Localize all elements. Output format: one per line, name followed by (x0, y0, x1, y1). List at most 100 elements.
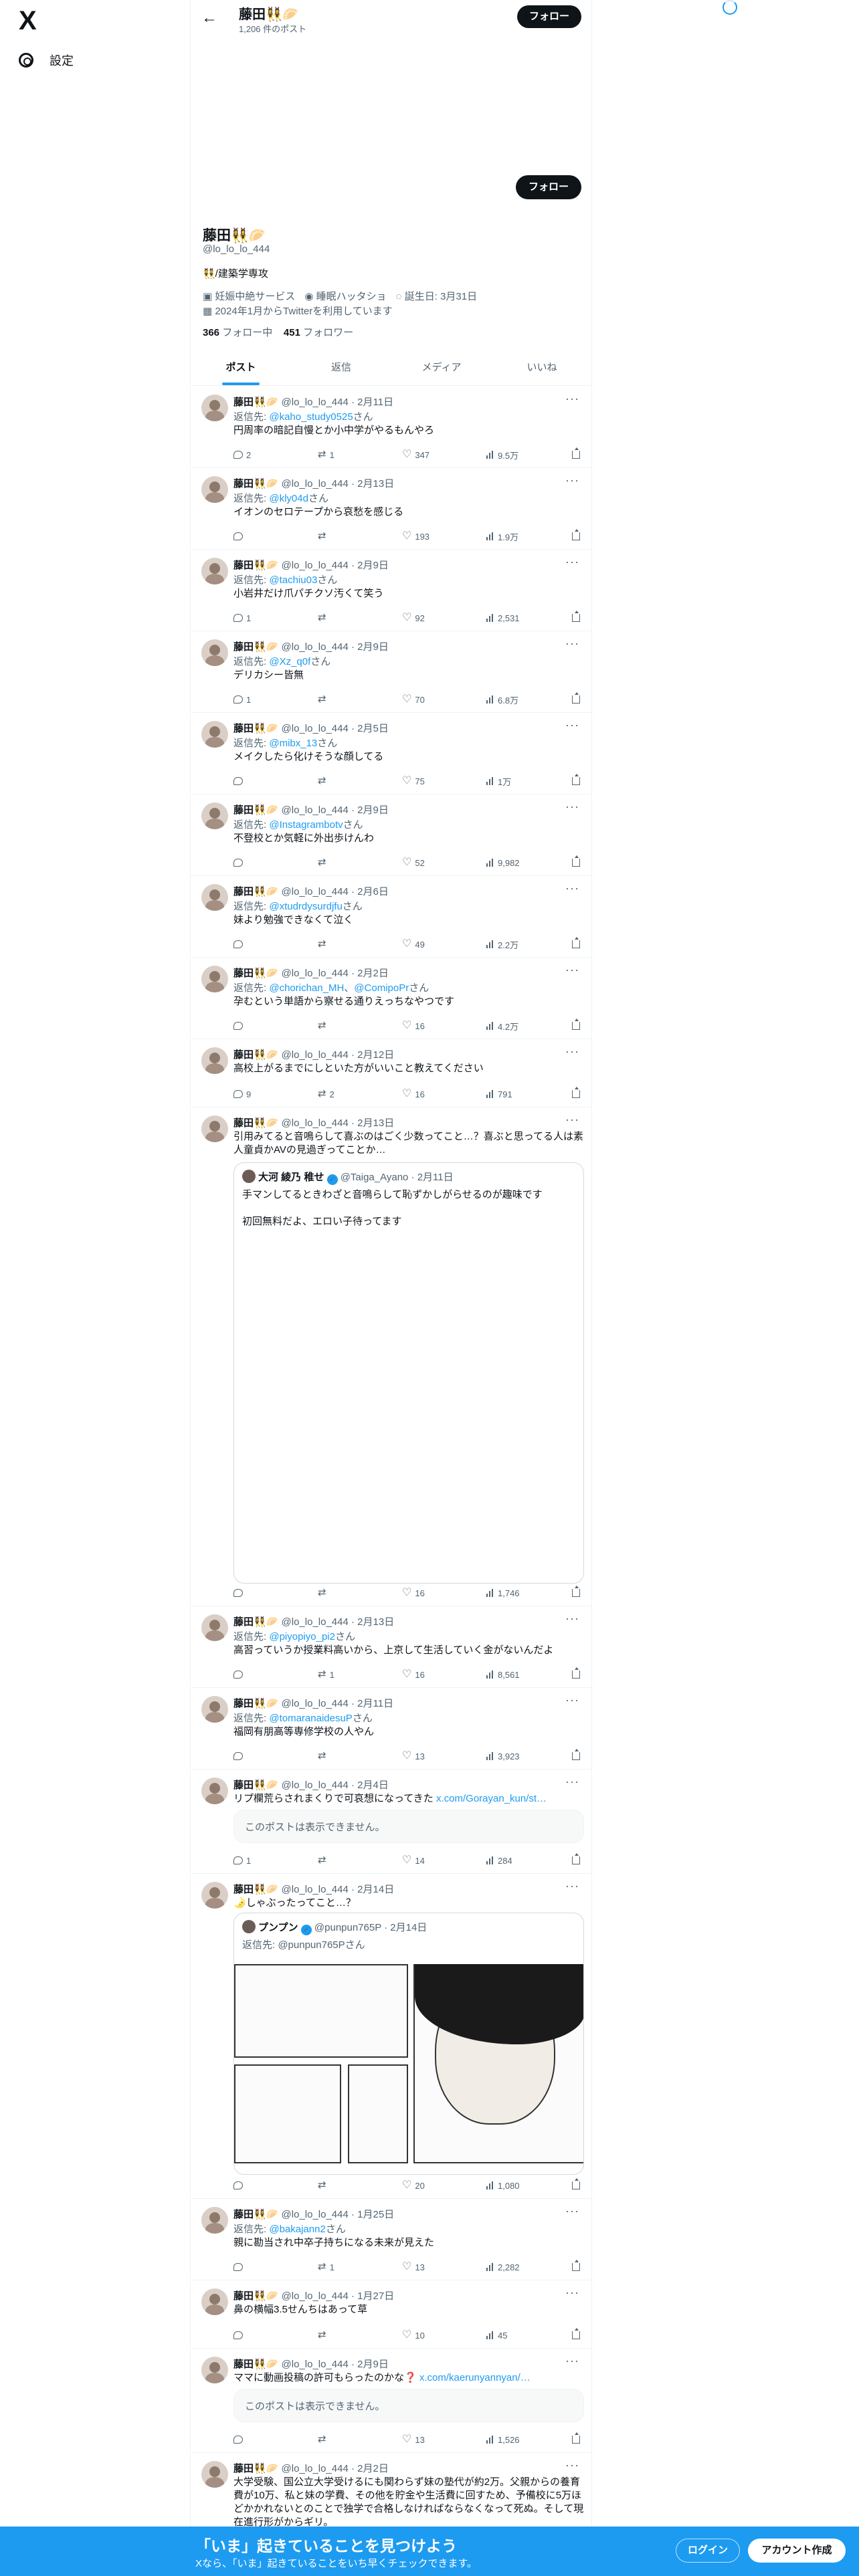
views-button[interactable]: 2,282 (486, 2260, 520, 2274)
avatar[interactable] (201, 802, 228, 829)
views-button[interactable]: 1万 (486, 774, 511, 788)
like-button[interactable]: ♡ 193 (402, 530, 430, 543)
avatar[interactable] (201, 1778, 228, 1804)
reply-to-handle[interactable]: @bakajann2 (269, 2224, 325, 2235)
more-options-icon[interactable]: ··· (565, 800, 579, 814)
views-button[interactable]: 1.9万 (486, 530, 518, 543)
views-button[interactable]: 8,561 (486, 1668, 520, 1681)
tweet-author-name[interactable]: 藤田👯‍♀️🥟 (233, 968, 278, 979)
tweet-author-name[interactable]: 藤田👯‍♀️🥟 (233, 2290, 278, 2302)
share-button[interactable] (572, 2260, 580, 2274)
tweet[interactable]: 藤田👯‍♀️🥟 @lo_lo_lo_444 · 1月25日 ··· 返信先: @ba… (191, 2199, 592, 2280)
reply-to-handle[interactable]: @Instagrambotv (269, 819, 343, 831)
reply-button[interactable] (233, 856, 246, 869)
avatar[interactable] (201, 2288, 228, 2315)
avatar[interactable] (201, 639, 228, 666)
quoted-tweet[interactable]: 大河 綾乃 稚せ ✓ @Taiga_Ayano · 2月11日 手マンしてるときわ… (233, 1162, 584, 1584)
retweet-button[interactable]: ⇄ (318, 1749, 330, 1763)
more-options-icon[interactable]: ··· (565, 1879, 579, 1893)
more-options-icon[interactable]: ··· (565, 473, 579, 488)
retweet-button[interactable]: ⇄ (318, 938, 330, 951)
tweet[interactable]: 藤田👯‍♀️🥟 @lo_lo_lo_444 · 2月9日 ··· 返信先: @Ins… (191, 794, 592, 876)
tweet[interactable]: 藤田👯‍♀️🥟 @lo_lo_lo_444 · 2月13日 ··· 返信先: @pi… (191, 1606, 592, 1688)
retweet-button[interactable]: ⇄ (318, 1586, 330, 1600)
more-options-icon[interactable]: ··· (565, 1612, 579, 1626)
tweet-author-name[interactable]: 藤田👯‍♀️🥟 (233, 886, 278, 897)
avatar[interactable] (201, 2461, 228, 2488)
tweet-author-name[interactable]: 藤田👯‍♀️🥟 (233, 804, 278, 816)
retweet-button[interactable]: ⇄ (318, 1854, 330, 1867)
views-button[interactable]: 9.5万 (486, 448, 518, 461)
views-button[interactable]: 1,080 (486, 2179, 520, 2192)
views-button[interactable]: 284 (486, 1854, 512, 1867)
tweet-author-name[interactable]: 藤田👯‍♀️🥟 (233, 1117, 278, 1129)
avatar[interactable] (201, 1047, 228, 1074)
share-button[interactable] (572, 1853, 580, 1867)
like-button[interactable]: ♡ 13 (402, 1749, 425, 1763)
retweet-button[interactable]: ⇄ (318, 2329, 330, 2342)
avatar[interactable] (201, 2207, 228, 2234)
avatar[interactable] (201, 1614, 228, 1641)
tweet[interactable]: 藤田👯‍♀️🥟 @lo_lo_lo_444 · 2月9日 ··· 返信先: @tac… (191, 550, 592, 631)
reply-button[interactable]: 9 (233, 1087, 251, 1101)
like-button[interactable]: ♡ 10 (402, 2329, 425, 2342)
more-options-icon[interactable]: ··· (565, 2286, 579, 2300)
share-button[interactable] (572, 2432, 580, 2446)
more-options-icon[interactable]: ··· (565, 1775, 579, 1789)
tweet-link[interactable]: x.com/Gorayan_kun/st… (436, 1793, 547, 1804)
tweet-author-name[interactable]: 藤田👯‍♀️🥟 (233, 1884, 278, 1895)
more-options-icon[interactable]: ··· (565, 637, 579, 651)
login-button[interactable]: ログイン (676, 2539, 740, 2563)
header-follow-button[interactable]: フォロー (517, 5, 581, 28)
avatar[interactable] (201, 1115, 228, 1142)
followers-link[interactable]: 451 フォロワー (284, 327, 353, 338)
retweet-button[interactable]: ⇄ 1 (318, 448, 335, 461)
like-button[interactable]: ♡ 70 (402, 693, 425, 706)
like-button[interactable]: ♡ 13 (402, 2433, 425, 2446)
reply-to-handle[interactable]: @tachiu03 (269, 574, 317, 586)
tweet[interactable]: 藤田👯‍♀️🥟 @lo_lo_lo_444 · 2月13日 ··· 引用みてると音鳴… (191, 1107, 592, 1606)
like-button[interactable]: ♡ 52 (402, 856, 425, 869)
like-button[interactable]: ♡ 14 (402, 1854, 425, 1867)
views-button[interactable]: 9,982 (486, 856, 520, 869)
share-button[interactable] (572, 2178, 580, 2192)
share-button[interactable] (572, 447, 580, 461)
reply-button[interactable] (233, 530, 246, 543)
views-button[interactable]: 1,746 (486, 1586, 520, 1600)
avatar[interactable] (201, 1882, 228, 1909)
share-button[interactable] (572, 1586, 580, 1600)
share-button[interactable] (572, 1018, 580, 1033)
views-button[interactable]: 2.2万 (486, 938, 518, 951)
retweet-button[interactable]: ⇄ (318, 693, 330, 706)
retweet-button[interactable]: ⇄ (318, 2433, 330, 2446)
tweet-author-name[interactable]: 藤田👯‍♀️🥟 (233, 1780, 278, 1791)
reply-to-handle[interactable]: @mibx_13 (269, 738, 317, 749)
retweet-button[interactable]: ⇄ (318, 856, 330, 869)
share-button[interactable] (572, 2328, 580, 2342)
reply-to-handle[interactable]: @kaho_study0525 (269, 411, 353, 423)
following-link[interactable]: 366 フォロー中 (203, 327, 272, 338)
retweet-button[interactable]: ⇄ (318, 2179, 330, 2192)
reply-button[interactable] (233, 1019, 246, 1033)
tweet[interactable]: 藤田👯‍♀️🥟 @lo_lo_lo_444 · 2月6日 ··· 返信先: @xtu… (191, 876, 592, 958)
settings-link[interactable]: 設定 (19, 47, 74, 74)
tweet-author-name[interactable]: 藤田👯‍♀️🥟 (233, 2209, 278, 2220)
share-button[interactable] (572, 1087, 580, 1101)
tweet-author-name[interactable]: 藤田👯‍♀️🥟 (233, 1698, 278, 1709)
back-arrow-icon[interactable]: ← (201, 9, 217, 27)
more-options-icon[interactable]: ··· (565, 555, 579, 569)
reply-to-handle[interactable]: @xtudrdysurdjfu (269, 901, 342, 912)
tweet-author-name[interactable]: 藤田👯‍♀️🥟 (233, 560, 278, 571)
avatar[interactable] (201, 558, 228, 584)
more-options-icon[interactable]: ··· (565, 881, 579, 895)
reply-to-handle[interactable]: @Xz_q0f (269, 656, 310, 667)
retweet-button[interactable]: ⇄ 1 (318, 1668, 335, 1681)
like-button[interactable]: ♡ 16 (402, 1087, 425, 1101)
retweet-button[interactable]: ⇄ (318, 611, 330, 625)
tweet[interactable]: 藤田👯‍♀️🥟 @lo_lo_lo_444 · 2月12日 ··· 高校上がるまでに… (191, 1039, 592, 1107)
tweet-author-name[interactable]: 藤田👯‍♀️🥟 (233, 478, 278, 490)
like-button[interactable]: ♡ 92 (402, 611, 425, 625)
reply-button[interactable] (233, 2329, 246, 2342)
views-button[interactable]: 3,923 (486, 1749, 520, 1763)
share-button[interactable] (572, 692, 580, 706)
